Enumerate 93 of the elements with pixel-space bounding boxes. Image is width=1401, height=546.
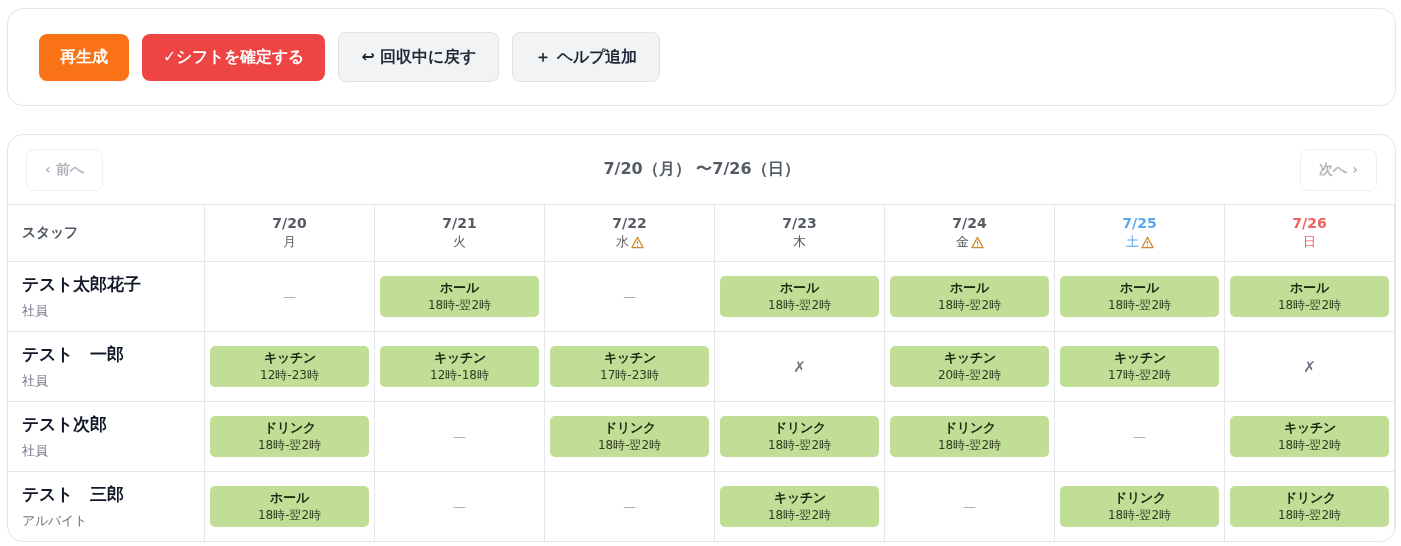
day-date: 7/24	[952, 215, 987, 231]
shift-position: キッチン	[773, 489, 826, 507]
weekday-label: 木	[793, 233, 806, 251]
empty-mark: —	[1133, 429, 1146, 444]
column-header: スタッフ	[22, 224, 78, 242]
unavailable-mark: ✗	[1303, 357, 1316, 376]
shift-position: ホール	[950, 279, 989, 297]
shift-time: 18時-翌2時	[427, 297, 492, 314]
shift-block[interactable]: キッチン 12時-18時	[380, 346, 539, 387]
day-date: 7/21	[442, 215, 477, 231]
staff-role: 社員	[22, 442, 48, 460]
shift-time: 18時-翌2時	[1107, 297, 1172, 314]
week-range: 7/20（月） 〜7/26（日）	[603, 159, 800, 180]
shift-position: ドリンク	[603, 419, 656, 437]
action-button[interactable]: ✓シフトを確定する	[142, 33, 326, 81]
shift-position: キッチン	[433, 349, 486, 367]
shift-block[interactable]: ドリンク 18時-翌2時	[1060, 486, 1219, 527]
shift-position: ホール	[270, 489, 309, 507]
staff-name: テスト次郎	[22, 413, 107, 436]
shift-position: ホール	[440, 279, 479, 297]
shift-block[interactable]: ホール 18時-翌2時	[720, 276, 879, 317]
shift-time: 18時-翌2時	[1107, 507, 1172, 524]
shift-position: ドリンク	[773, 419, 826, 437]
shift-time: 18時-翌2時	[1277, 297, 1342, 314]
shift-time: 18時-翌2時	[767, 437, 832, 454]
shift-time: 18時-翌2時	[937, 437, 1002, 454]
shift-time: 17時-翌2時	[1107, 367, 1172, 384]
shift-position: キッチン	[943, 349, 996, 367]
shift-position: ドリンク	[943, 419, 996, 437]
shift-block[interactable]: ドリンク 18時-翌2時	[890, 416, 1049, 457]
empty-mark: —	[453, 499, 466, 514]
weekday-label: 日	[1303, 233, 1316, 251]
shift-time: 20時-翌2時	[937, 367, 1002, 384]
shift-block[interactable]: ホール 18時-翌2時	[210, 486, 369, 527]
shift-block[interactable]: キッチン 17時-翌2時	[1060, 346, 1219, 387]
shift-time: 18時-翌2時	[767, 297, 832, 314]
staff-role: 社員	[22, 372, 48, 390]
staff-role: 社員	[22, 302, 48, 320]
shift-time: 18時-翌2時	[1277, 437, 1342, 454]
unavailable-mark: ✗	[793, 357, 806, 376]
staff-name: テスト太郎花子	[22, 273, 141, 296]
shift-position: キッチン	[263, 349, 316, 367]
day-date: 7/22	[612, 215, 647, 231]
shift-time: 18時-翌2時	[257, 507, 322, 524]
shift-block[interactable]: ドリンク 18時-翌2時	[550, 416, 709, 457]
weekday-label: 水	[615, 233, 629, 251]
shift-block[interactable]: ドリンク 18時-翌2時	[210, 416, 369, 457]
shift-time: 18時-翌2時	[257, 437, 322, 454]
shift-time: 18時-翌2時	[767, 507, 832, 524]
shift-position: キッチン	[603, 349, 656, 367]
empty-mark: —	[283, 289, 296, 304]
weekday-label: 土	[1125, 233, 1139, 251]
staff-name: テスト 三郎	[22, 483, 124, 506]
shift-position: ドリンク	[1113, 489, 1166, 507]
shift-time: 17時-23時	[600, 367, 659, 384]
shift-block[interactable]: ホール 18時-翌2時	[380, 276, 539, 317]
shift-block[interactable]: ドリンク 18時-翌2時	[1230, 486, 1389, 527]
weekday-label: 火	[453, 233, 466, 251]
shift-block[interactable]: キッチン 20時-翌2時	[890, 346, 1049, 387]
shift-time: 18時-翌2時	[597, 437, 662, 454]
shift-time: 18時-翌2時	[1277, 507, 1342, 524]
day-date: 7/26	[1292, 215, 1327, 231]
day-date: 7/25	[1122, 215, 1157, 231]
shift-block[interactable]: キッチン 18時-翌2時	[720, 486, 879, 527]
shift-block[interactable]: ドリンク 18時-翌2時	[720, 416, 879, 457]
shift-position: キッチン	[1113, 349, 1166, 367]
staff-role: アルバイト	[22, 512, 87, 530]
shift-block[interactable]: ホール 18時-翌2時	[890, 276, 1049, 317]
shift-position: ドリンク	[263, 419, 316, 437]
empty-mark: —	[623, 289, 636, 304]
shift-block[interactable]: キッチン 18時-翌2時	[1230, 416, 1389, 457]
shift-position: ホール	[1290, 279, 1329, 297]
day-date: 7/23	[782, 215, 817, 231]
empty-mark: —	[963, 499, 976, 514]
weekday-label: 月	[283, 233, 296, 251]
shift-time: 12時-23時	[260, 367, 319, 384]
shift-time: 18時-翌2時	[937, 297, 1002, 314]
action-button[interactable]: ＋ ヘルプ追加	[512, 32, 660, 82]
weekday-label: 金	[955, 233, 969, 251]
staff-name: テスト 一郎	[22, 343, 124, 366]
shift-position: ホール	[1120, 279, 1159, 297]
empty-mark: —	[453, 429, 466, 444]
shift-position: ドリンク	[1283, 489, 1336, 507]
day-date: 7/20	[272, 215, 307, 231]
shift-position: ホール	[780, 279, 819, 297]
shift-block[interactable]: ホール 18時-翌2時	[1060, 276, 1219, 317]
shift-block[interactable]: ホール 18時-翌2時	[1230, 276, 1389, 317]
action-button[interactable]: ↩ 回収中に戻す	[338, 32, 500, 82]
shift-position: キッチン	[1283, 419, 1336, 437]
shift-block[interactable]: キッチン 17時-23時	[550, 346, 709, 387]
shift-time: 12時-18時	[430, 367, 489, 384]
empty-mark: —	[623, 499, 636, 514]
shift-block[interactable]: キッチン 12時-23時	[210, 346, 369, 387]
